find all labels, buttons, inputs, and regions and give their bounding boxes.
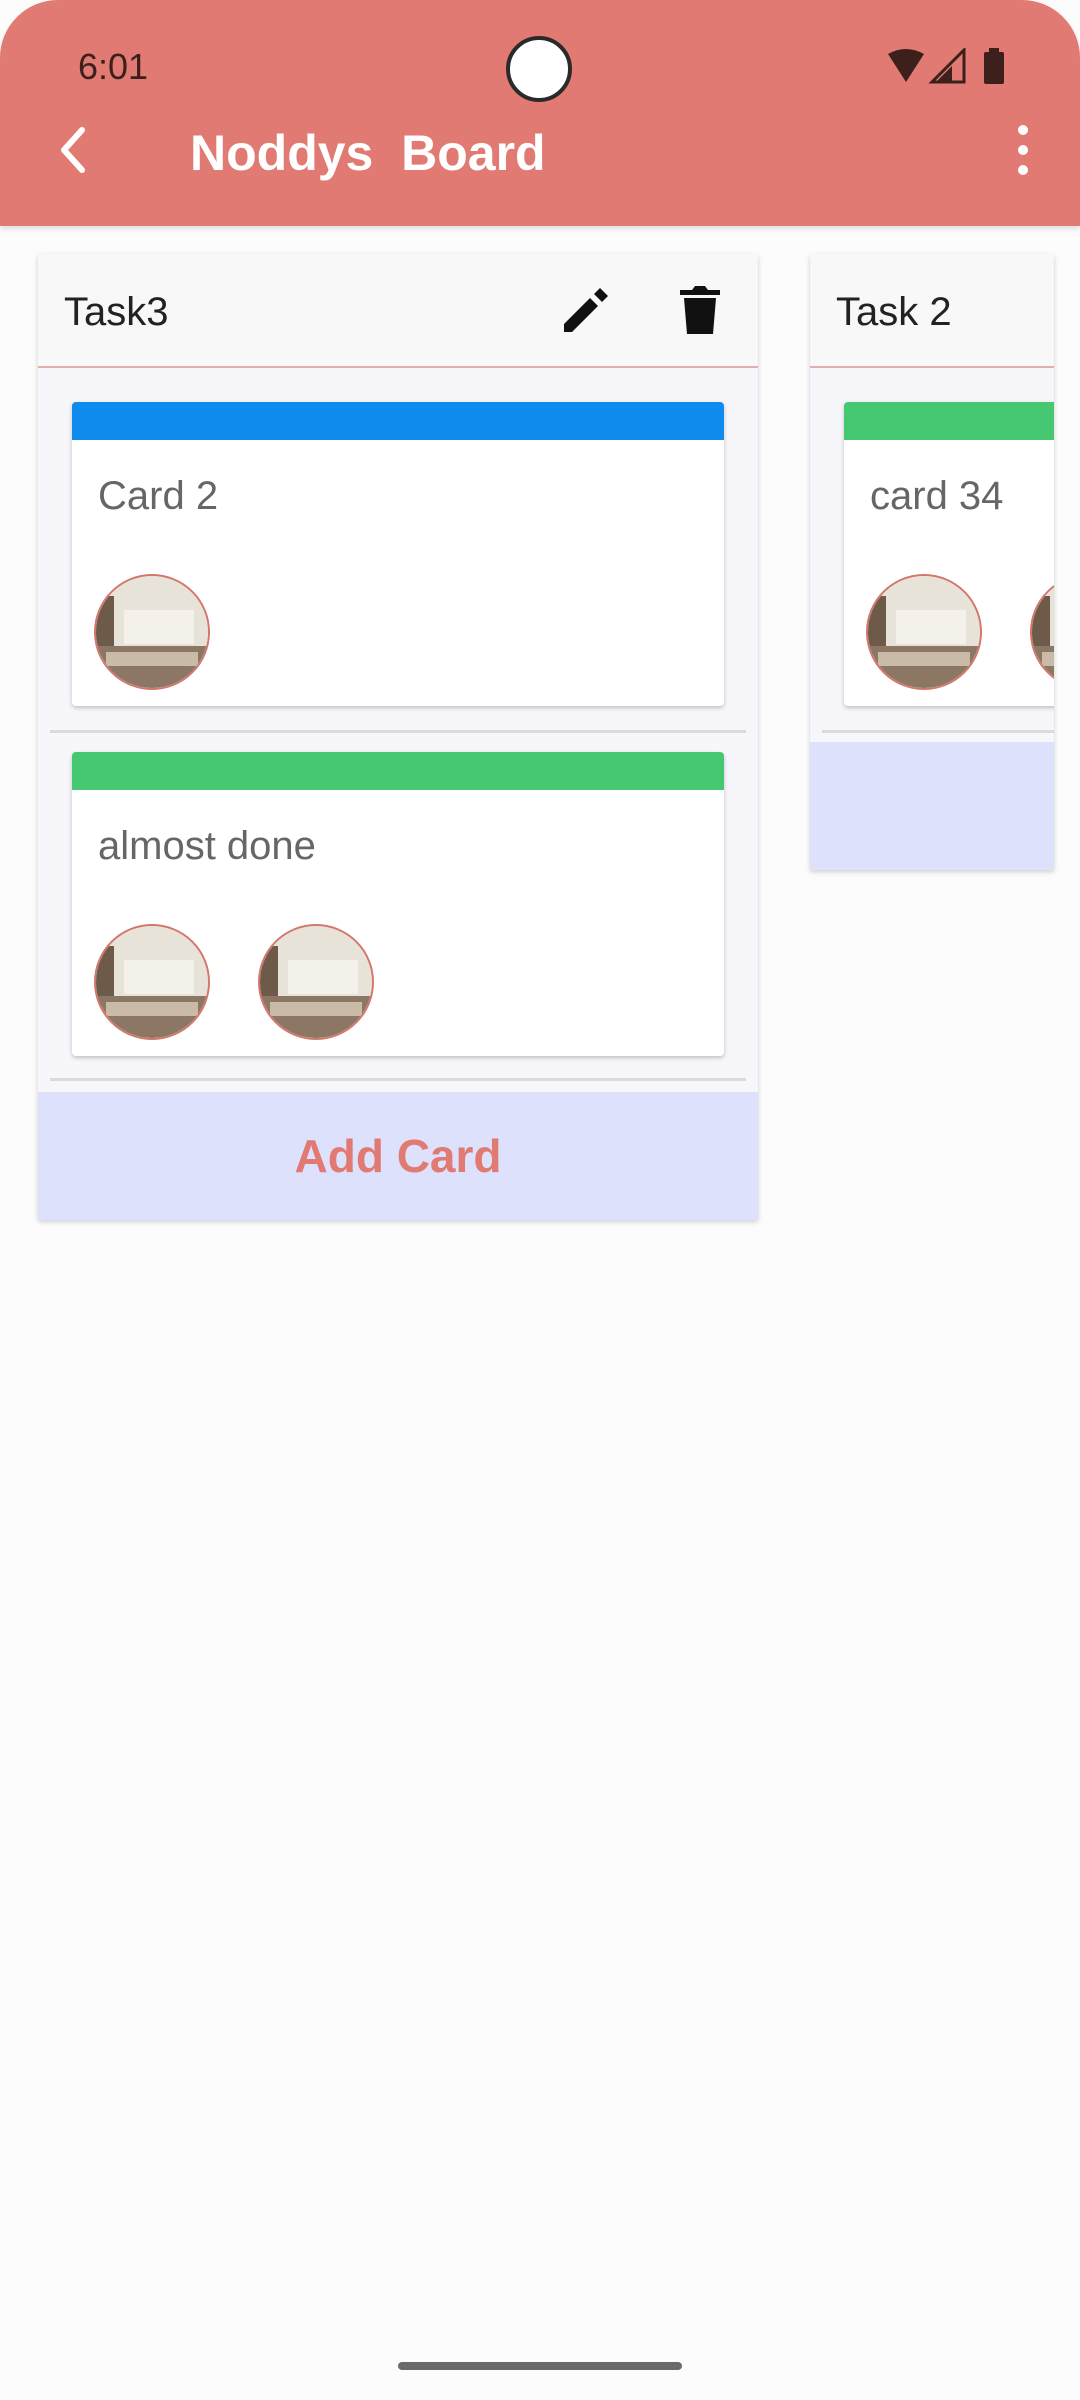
app-bar: 6:01 Noddys Board [0,0,1080,226]
list-title[interactable]: Task3 [64,290,169,335]
wifi-icon [888,49,924,82]
card-item[interactable]: almost done [72,752,724,1056]
card-label-strip [72,402,724,440]
card-title: Card 2 [98,474,219,518]
avatar [94,574,210,690]
divider [50,1078,746,1081]
add-card-button[interactable] [810,742,1054,870]
list-header: Task3 [38,254,758,368]
camera-cutout [506,36,572,102]
add-card-button[interactable]: Add Card [38,1092,758,1220]
more-options-button[interactable] [1006,120,1040,180]
avatar [866,574,982,690]
avatar [1030,574,1054,690]
add-card-label: Add Card [294,1130,502,1182]
card-title: card 34 [870,474,1004,518]
edit-icon [564,288,608,332]
delete-icon [680,286,720,334]
divider [50,730,746,733]
more-vertical-icon [1018,125,1028,135]
card-item[interactable]: card 34 [844,402,1054,706]
card-title: almost done [98,824,316,868]
divider [822,730,1054,733]
avatar [258,924,374,1040]
list-header: Task 2 [810,254,1054,368]
list-title[interactable]: Task 2 [836,290,952,335]
edit-list-button[interactable] [558,282,614,338]
card-item[interactable]: Card 2 [72,402,724,706]
chevron-left-icon [61,127,85,173]
card-label-strip [844,402,1054,440]
list-column-task3: Task3 Card 2 almost done Add Card [38,254,758,1220]
battery-icon [984,52,1004,84]
status-time: 6:01 [78,46,149,87]
card-label-strip [72,752,724,790]
delete-list-button[interactable] [672,282,728,338]
list-column-task-2: Task 2 card 34 [810,254,1054,870]
page-title: Noddys Board [190,125,546,181]
avatar [94,924,210,1040]
status-icons [888,48,1004,84]
home-indicator[interactable] [398,2362,682,2370]
back-button[interactable] [44,120,104,180]
